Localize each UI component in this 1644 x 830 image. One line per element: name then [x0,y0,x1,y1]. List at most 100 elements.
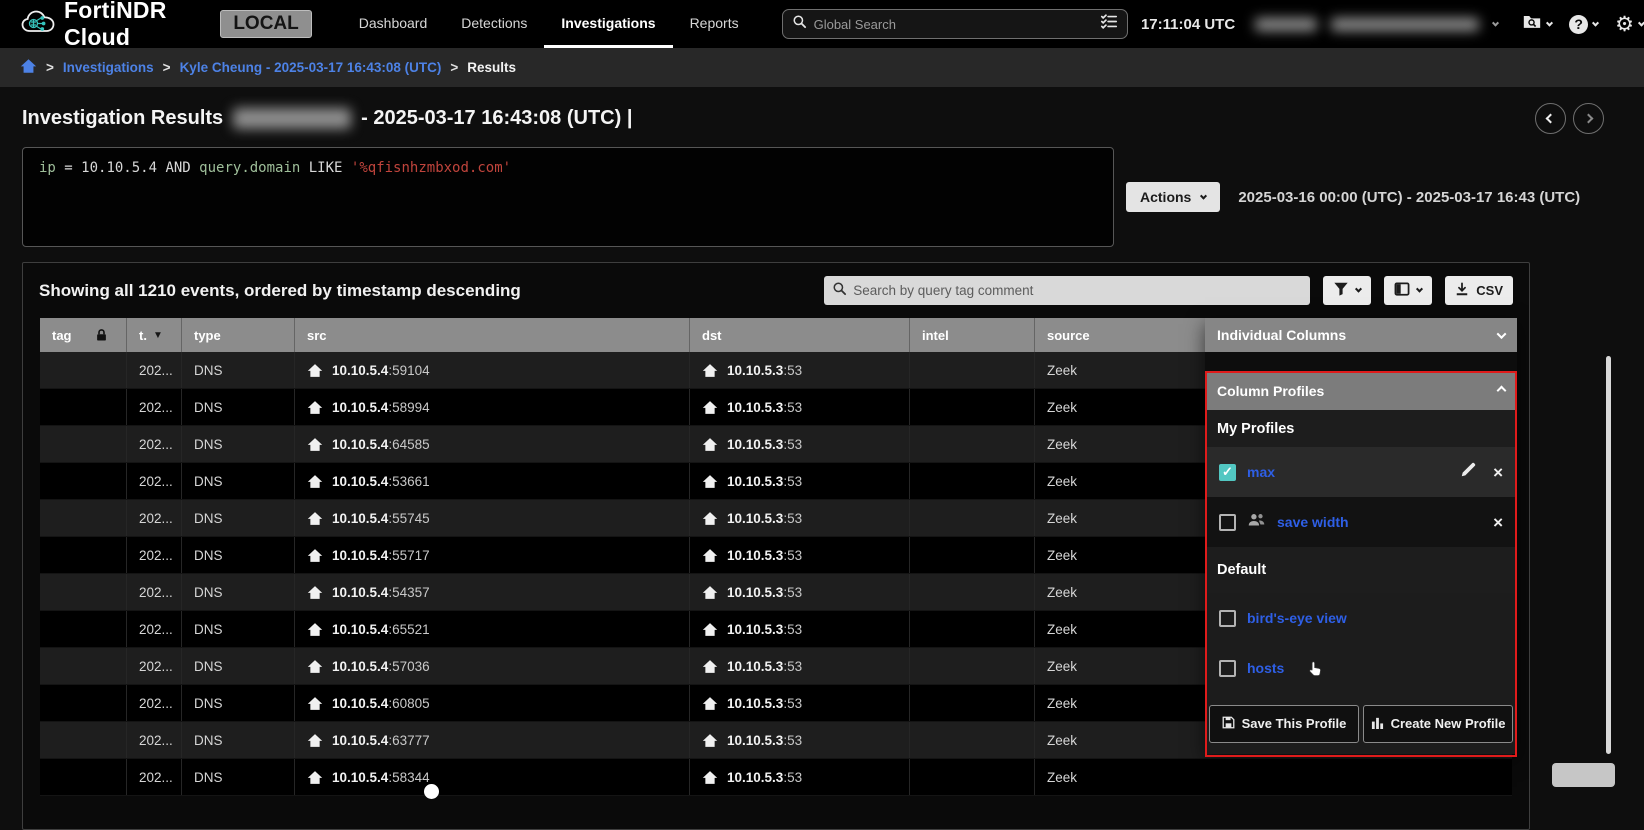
remove-icon[interactable]: × [1493,514,1503,531]
global-search-input[interactable] [813,16,1100,32]
cell-timestamp[interactable]: 202... [127,463,182,499]
nav-reports[interactable]: Reports [673,0,756,48]
previous-button[interactable] [1535,102,1566,134]
column-profiles-header[interactable]: Column Profiles [1205,371,1517,410]
cell-dst[interactable]: 10.10.5.3:53 [690,389,910,425]
columns-button[interactable] [1384,276,1433,305]
src-ip: 10.10.5.4 [332,769,389,785]
checkbox-unchecked[interactable] [1219,609,1236,627]
checkbox-unchecked[interactable] [1219,659,1236,677]
help-menu[interactable]: ? [1569,14,1600,34]
cell-src[interactable]: 10.10.5.4:58344 [295,759,690,795]
checkbox-checked[interactable]: ✓ [1219,463,1236,481]
column-header-intel[interactable]: intel [910,318,1035,352]
cell-src[interactable]: 10.10.5.4:65521 [295,611,690,647]
create-new-profile-button[interactable]: Create New Profile [1363,704,1513,743]
column-header-tag[interactable]: tag [40,318,127,352]
fortindr-app: FortiNDR Cloud LOCAL Dashboard Detection… [0,0,1644,830]
cell-dst[interactable]: 10.10.5.3:53 [690,574,910,610]
chevron-down-icon [1546,19,1554,27]
cell-dst[interactable]: 10.10.5.3:53 [690,500,910,536]
next-button[interactable] [1573,102,1604,134]
column-header-src[interactable]: src [295,318,690,352]
save-icon [1222,716,1235,732]
cell-dst[interactable]: 10.10.5.3:53 [690,463,910,499]
cell-timestamp[interactable]: 202... [127,722,182,758]
src-port: :58994 [388,399,430,415]
cell-timestamp[interactable]: 202... [127,500,182,536]
filter-button[interactable] [1323,276,1372,305]
cell-src[interactable]: 10.10.5.4:57036 [295,648,690,684]
breadcrumb-investigation-name[interactable]: Kyle Cheung - 2025-03-17 16:43:08 (UTC) [180,60,442,75]
cell-timestamp[interactable]: 202... [127,426,182,462]
nav-dashboard[interactable]: Dashboard [342,0,445,48]
tag-comment-search-input[interactable] [853,283,1303,298]
dst-port: :53 [783,473,803,489]
cell-dst[interactable]: 10.10.5.3:53 [690,648,910,684]
cell-src[interactable]: 10.10.5.4:60805 [295,685,690,721]
column-header-dst[interactable]: dst [690,318,910,352]
column-header-timestamp[interactable]: t. ▼ [127,318,182,352]
query-side-controls: Actions 2025-03-16 00:00 (UTC) - 2025-03… [1126,147,1580,247]
cell-dst[interactable]: 10.10.5.3:53 [690,685,910,721]
individual-columns-header[interactable]: Individual Columns [1205,318,1517,352]
profile-row-max[interactable]: ✓ max × [1205,447,1517,497]
dst-ip: 10.10.5.3 [727,510,784,526]
columns-icon [1394,282,1410,299]
nav-detections[interactable]: Detections [444,0,544,48]
cell-timestamp[interactable]: 202... [127,389,182,425]
query-editor[interactable]: ip = 10.10.5.4 AND query.domain LIKE '%q… [22,147,1114,247]
dst-port: :53 [783,732,803,748]
column-header-type[interactable]: type [182,318,295,352]
edit-pencil-icon[interactable] [1460,462,1476,483]
sort-descending-icon[interactable]: ▼ [153,330,163,341]
actions-button[interactable]: Actions [1126,182,1221,212]
profile-name[interactable]: bird's-eye view [1247,610,1347,626]
cell-src[interactable]: 10.10.5.4:54357 [295,574,690,610]
table-row[interactable]: 202... DNS 10.10.5.4:58344 10.10.5.3:53 … [40,759,1512,796]
profile-row-save-width[interactable]: save width × [1205,497,1517,547]
user-account-redacted[interactable] [1255,17,1500,31]
brand[interactable]: FortiNDR Cloud [20,0,208,51]
vertical-scrollbar[interactable] [1606,356,1611,754]
global-search[interactable] [781,9,1128,39]
cell-timestamp[interactable]: 202... [127,352,182,388]
saved-searches-menu[interactable] [1522,13,1554,35]
profile-name[interactable]: max [1247,464,1275,480]
save-this-profile-button[interactable]: Save This Profile [1209,704,1359,743]
cell-intel [910,611,1035,647]
profile-name[interactable]: save width [1277,514,1349,530]
cell-timestamp[interactable]: 202... [127,685,182,721]
cell-dst[interactable]: 10.10.5.3:53 [690,426,910,462]
cell-timestamp[interactable]: 202... [127,648,182,684]
home-icon[interactable] [20,58,37,77]
cell-timestamp[interactable]: 202... [127,611,182,647]
settings-menu[interactable]: ⚙ [1615,14,1644,35]
cell-src[interactable]: 10.10.5.4:53661 [295,463,690,499]
profile-name[interactable]: hosts [1247,660,1284,676]
breadcrumb-investigations[interactable]: Investigations [63,60,154,75]
cell-dst[interactable]: 10.10.5.3:53 [690,759,910,795]
remove-icon[interactable]: × [1493,464,1503,481]
search-options-icon[interactable] [1100,14,1118,34]
cell-src[interactable]: 10.10.5.4:55745 [295,500,690,536]
nav-investigations[interactable]: Investigations [544,0,673,48]
cell-src[interactable]: 10.10.5.4:63777 [295,722,690,758]
cell-src[interactable]: 10.10.5.4:55717 [295,537,690,573]
csv-export-button[interactable]: CSV [1445,276,1513,305]
checkbox-unchecked[interactable] [1219,513,1236,531]
cell-src[interactable]: 10.10.5.4:64585 [295,426,690,462]
profile-row-birds-eye[interactable]: bird's-eye view [1205,593,1517,643]
cell-dst[interactable]: 10.10.5.3:53 [690,722,910,758]
cell-src[interactable]: 10.10.5.4:58994 [295,389,690,425]
cell-dst[interactable]: 10.10.5.3:53 [690,352,910,388]
profile-row-hosts[interactable]: hosts [1205,643,1517,693]
cell-src[interactable]: 10.10.5.4:59104 [295,352,690,388]
date-range[interactable]: 2025-03-16 00:00 (UTC) - 2025-03-17 16:4… [1238,189,1580,206]
tag-comment-search[interactable] [824,276,1311,305]
cell-timestamp[interactable]: 202... [127,574,182,610]
cell-timestamp[interactable]: 202... [127,759,182,795]
cell-dst[interactable]: 10.10.5.3:53 [690,537,910,573]
cell-dst[interactable]: 10.10.5.3:53 [690,611,910,647]
cell-timestamp[interactable]: 202... [127,537,182,573]
